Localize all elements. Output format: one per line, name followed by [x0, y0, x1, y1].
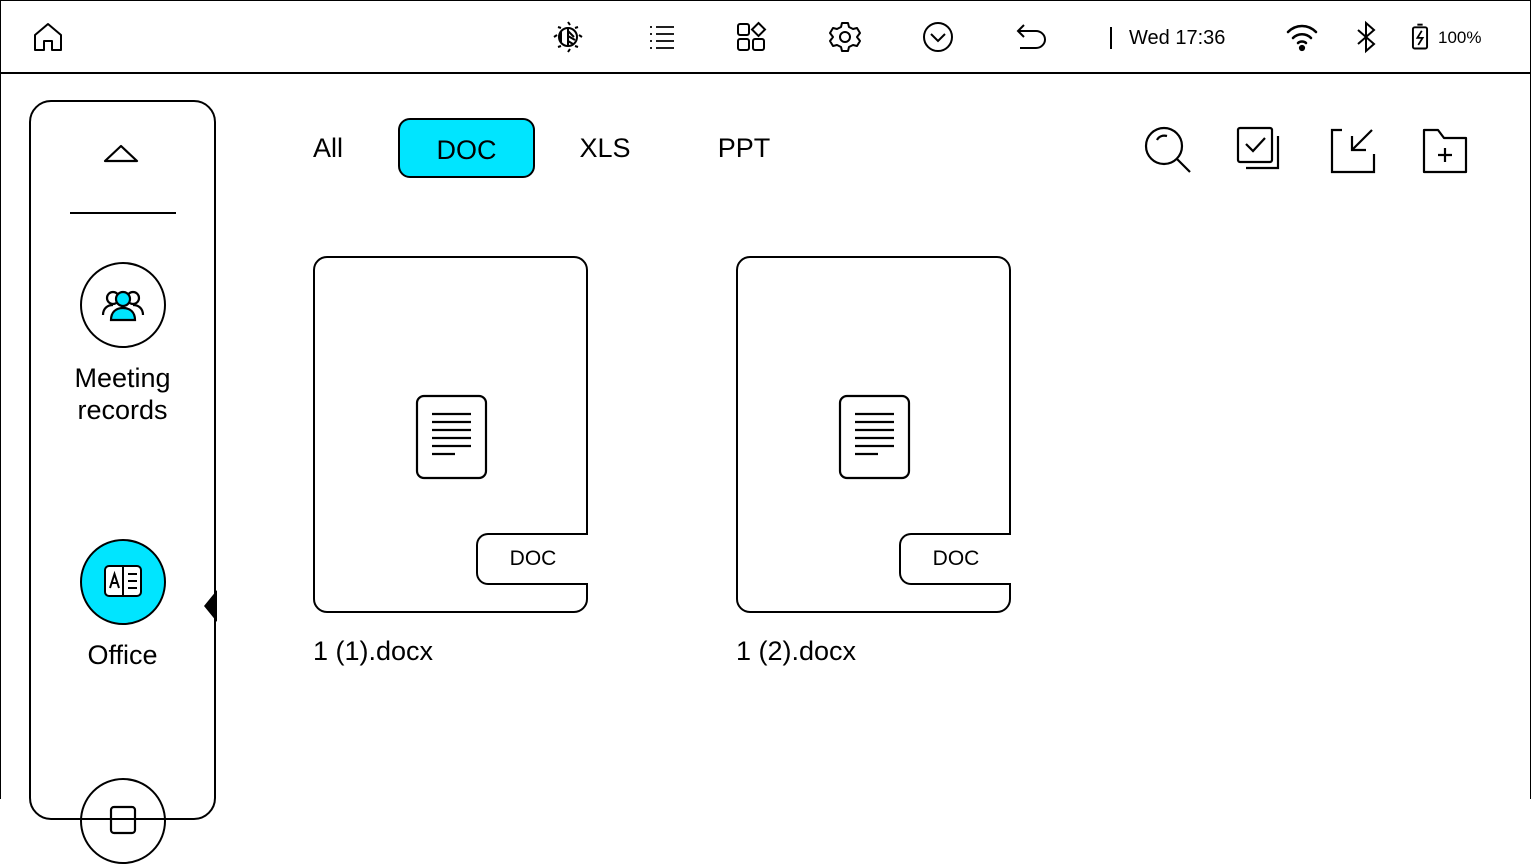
search-icon[interactable]: [1140, 120, 1196, 180]
settings-icon[interactable]: [827, 19, 863, 55]
sidebar-item-label: Office: [87, 640, 158, 670]
collapse-icon[interactable]: [920, 19, 956, 55]
tab-xls[interactable]: XLS: [566, 118, 644, 178]
people-icon: [79, 262, 166, 348]
bluetooth-icon[interactable]: [1348, 19, 1384, 55]
sidebar-item-next[interactable]: [31, 778, 214, 864]
clock: Wed 17:36: [1129, 27, 1226, 49]
status-bar: Wed 17:36 100%: [0, 0, 1531, 74]
new-folder-icon[interactable]: [1418, 120, 1474, 180]
document-icon: [415, 394, 488, 485]
file-card-2[interactable]: DOC: [736, 256, 1011, 613]
tab-all[interactable]: All: [296, 118, 360, 178]
sidebar-item-meeting-records[interactable]: Meeting records: [31, 262, 214, 426]
back-icon[interactable]: [1013, 19, 1049, 55]
import-icon[interactable]: [1326, 120, 1382, 180]
sidebar-item-office[interactable]: Office: [31, 539, 214, 671]
wifi-icon[interactable]: [1284, 19, 1320, 55]
sidebar: Meeting records Office: [29, 100, 216, 864]
document-icon: [838, 394, 911, 485]
scroll-up-icon[interactable]: [102, 142, 140, 169]
sidebar-item-label: Meeting records: [74, 363, 171, 425]
file-card-1[interactable]: DOC: [313, 256, 588, 613]
menu-list-icon[interactable]: [643, 19, 679, 55]
eink-refresh-icon[interactable]: [550, 19, 586, 55]
file-name[interactable]: 1 (1).docx: [313, 634, 433, 668]
sidebar-divider: [70, 212, 176, 214]
battery-charging-icon: [1405, 19, 1435, 55]
file-type-badge: DOC: [476, 533, 588, 585]
tab-doc[interactable]: DOC: [398, 118, 535, 178]
apps-grid-icon[interactable]: [733, 19, 769, 55]
battery-percentage: 100%: [1438, 28, 1482, 47]
home-icon[interactable]: [30, 19, 66, 55]
note-icon: [79, 778, 166, 864]
file-name[interactable]: 1 (2).docx: [736, 634, 856, 668]
file-type-badge: DOC: [899, 533, 1011, 585]
tab-ppt[interactable]: PPT: [702, 118, 786, 178]
active-pointer: [204, 590, 217, 622]
multi-select-icon[interactable]: [1232, 120, 1288, 180]
status-separator: [1110, 27, 1112, 49]
office-document-icon: [79, 539, 166, 625]
